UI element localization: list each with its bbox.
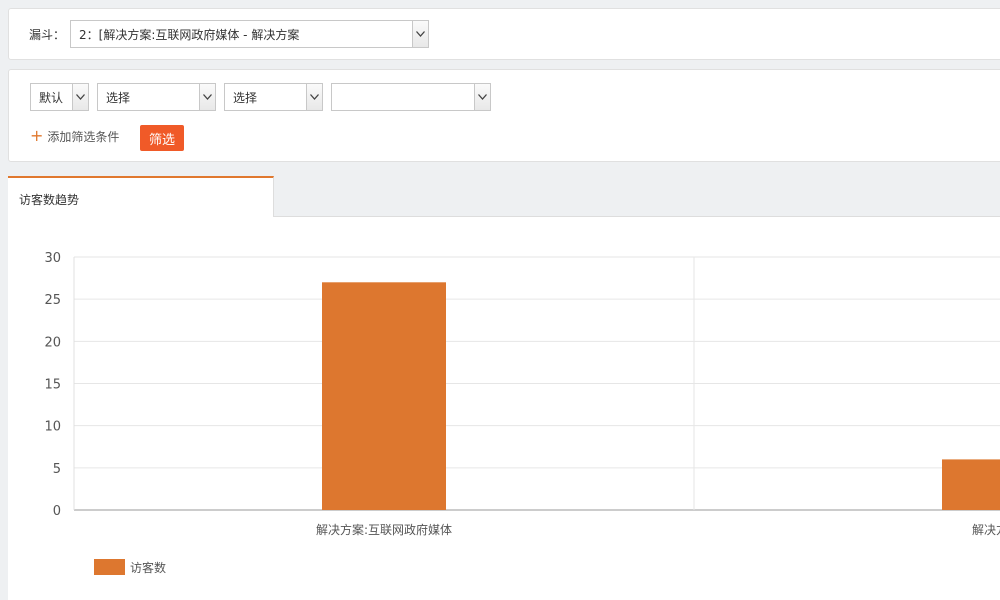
bar-chart: 0 5 10 15 20 25 30 解决方案:互联网政府媒体 解决方案:电访客数 [44, 251, 1000, 575]
y-tick-label: 30 [44, 251, 61, 266]
chevron-down-icon [412, 21, 428, 47]
chevron-down-icon [72, 84, 88, 110]
chevron-down-icon [199, 84, 215, 110]
y-tick-label: 10 [44, 420, 61, 435]
y-tick-label: 0 [53, 504, 61, 519]
funnel-label: 漏斗： [29, 28, 66, 42]
tab-visitor-trend[interactable]: 访客数趋势 [8, 176, 274, 217]
y-tick-label: 20 [44, 335, 61, 350]
filter-field-select[interactable]: 选择 [97, 83, 216, 111]
filter-operator-select[interactable]: 选择 [224, 83, 323, 111]
filter-operator-value: 选择 [233, 90, 258, 105]
y-tick-label: 5 [53, 462, 61, 477]
funnel-panel: 漏斗： 2：[解决方案:互联网政府媒体 - 解决方案 [8, 8, 1000, 60]
legend-label: 访客数 [130, 560, 166, 575]
legend-swatch [94, 559, 125, 575]
filter-panel: 默认 选择 选择 + 添加筛选条件 筛选 [8, 69, 1000, 162]
filter-field-value: 选择 [106, 90, 131, 105]
funnel-select-value: 2：[解决方案:互联网政府媒体 - 解决方案 [79, 27, 300, 42]
funnel-select[interactable]: 2：[解决方案:互联网政府媒体 - 解决方案 [70, 20, 429, 48]
chevron-down-icon [474, 84, 490, 110]
filter-mode-value: 默认 [39, 90, 64, 105]
bar [942, 459, 1000, 510]
filter-value-select[interactable] [331, 83, 491, 111]
chevron-down-icon [306, 84, 322, 110]
filter-button[interactable]: 筛选 [140, 125, 184, 151]
chart-area: 0 5 10 15 20 25 30 解决方案:互联网政府媒体 解决方案:电访客数 [8, 217, 1000, 600]
plus-icon: + [30, 126, 44, 145]
filter-mode-select[interactable]: 默认 [30, 83, 89, 111]
x-category-label: 解决方案:电 [972, 522, 1000, 537]
x-category-label: 解决方案:互联网政府媒体 [316, 522, 452, 537]
bar [322, 282, 446, 510]
y-tick-label: 25 [44, 293, 61, 308]
add-filter-link[interactable]: + 添加筛选条件 [30, 126, 119, 146]
y-tick-label: 15 [44, 378, 61, 393]
tab-strip: 访客数趋势 [8, 170, 1000, 217]
tab-label: 访客数趋势 [19, 193, 80, 207]
add-filter-label: 添加筛选条件 [47, 129, 120, 144]
